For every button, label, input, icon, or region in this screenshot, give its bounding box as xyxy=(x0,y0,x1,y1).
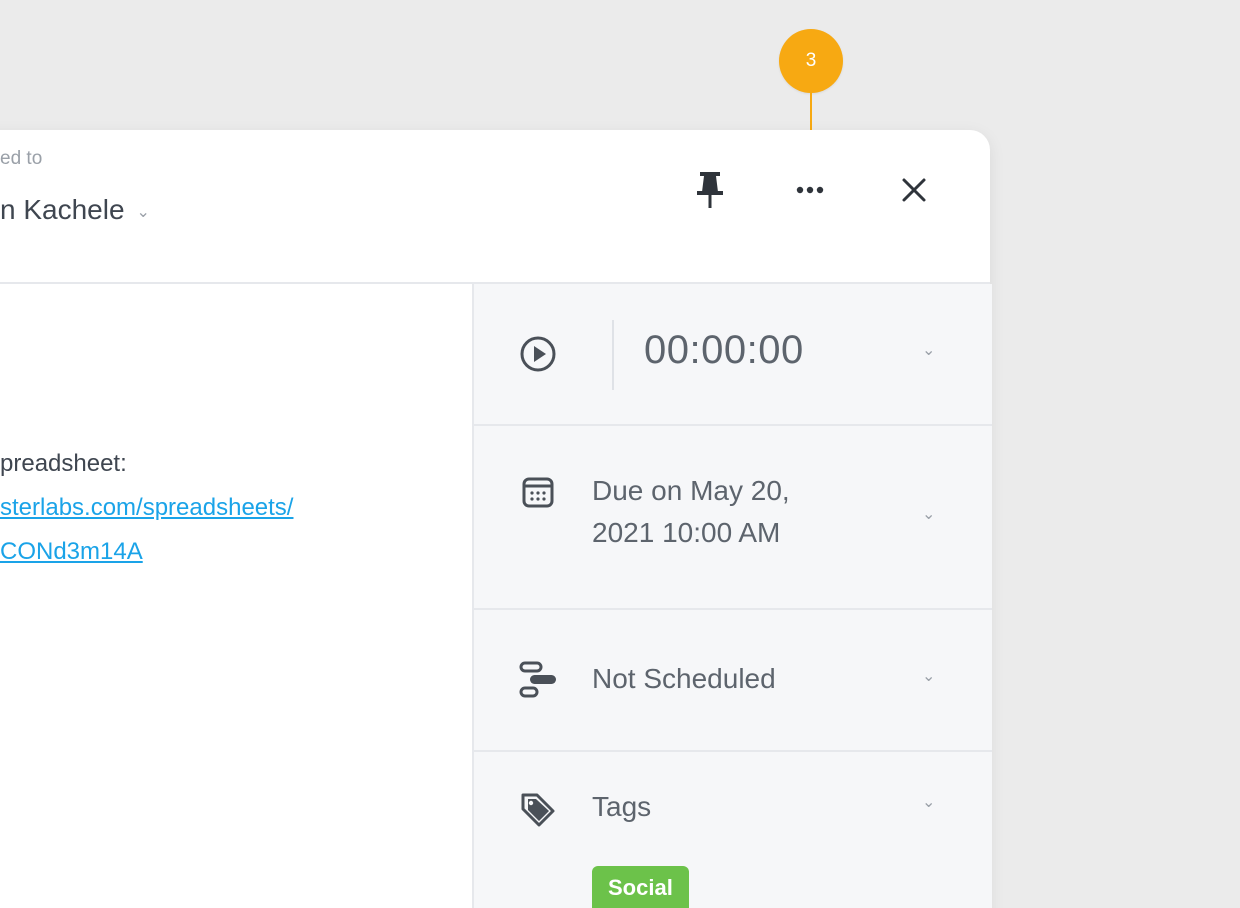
pin-button[interactable] xyxy=(686,168,734,216)
timer-value: 00:00:00 xyxy=(644,328,804,372)
chevron-down-icon[interactable]: ⌄ xyxy=(922,792,935,812)
close-button[interactable] xyxy=(890,168,938,216)
task-sidebar: 00:00:00 ⌄ Due on May 20, 2021 10:00 AM … xyxy=(472,284,992,908)
more-horizontal-icon xyxy=(790,183,830,201)
chevron-down-icon[interactable]: ⌄ xyxy=(922,666,935,686)
tags-label: Tags xyxy=(592,791,652,822)
pin-icon xyxy=(694,170,726,215)
calendar-icon xyxy=(518,472,558,512)
assignee-name: n Kachele xyxy=(0,194,125,225)
stage: 3 ed to n Kachele ⌄ preadsheet: sterlabs… xyxy=(0,0,1240,908)
tag-social[interactable]: Social xyxy=(592,866,689,908)
chevron-down-icon[interactable]: ⌄ xyxy=(922,504,935,524)
chevron-down-icon[interactable]: ⌄ xyxy=(922,340,935,360)
task-detail-panel: ed to n Kachele ⌄ preadsheet: sterlabs.c… xyxy=(0,130,992,908)
timer-row[interactable]: 00:00:00 ⌄ xyxy=(474,284,992,426)
task-description: preadsheet: sterlabs.com/spreadsheets/ C… xyxy=(0,442,293,574)
play-circle-icon[interactable] xyxy=(518,334,558,374)
more-options-button[interactable] xyxy=(786,168,834,216)
callout-badge: 3 xyxy=(779,29,843,93)
due-date-line2: 2021 10:00 AM xyxy=(592,517,781,548)
spreadsheet-link-line2[interactable]: CONd3m14A xyxy=(0,530,293,574)
chevron-down-icon: ⌄ xyxy=(136,204,150,221)
description-text: preadsheet: xyxy=(0,450,127,477)
due-date-row[interactable]: Due on May 20, 2021 10:00 AM ⌄ xyxy=(474,426,992,610)
callout-number: 3 xyxy=(805,50,817,71)
assignee-selector[interactable]: n Kachele ⌄ xyxy=(0,194,150,226)
assigned-to-label: ed to xyxy=(0,148,43,169)
due-date-text: Due on May 20, 2021 10:00 AM xyxy=(592,470,790,554)
tags-row: Tags ⌄ Social xyxy=(474,752,992,908)
schedule-row[interactable]: Not Scheduled ⌄ xyxy=(474,610,992,752)
close-icon xyxy=(900,176,928,209)
schedule-label: Not Scheduled xyxy=(592,663,776,694)
spreadsheet-link-line1[interactable]: sterlabs.com/spreadsheets/ xyxy=(0,486,293,530)
gantt-icon xyxy=(518,660,558,700)
timer-divider xyxy=(612,320,614,390)
panel-header: ed to n Kachele ⌄ xyxy=(0,130,990,284)
tag-icon xyxy=(518,790,558,830)
due-date-line1: Due on May 20, xyxy=(592,475,790,506)
